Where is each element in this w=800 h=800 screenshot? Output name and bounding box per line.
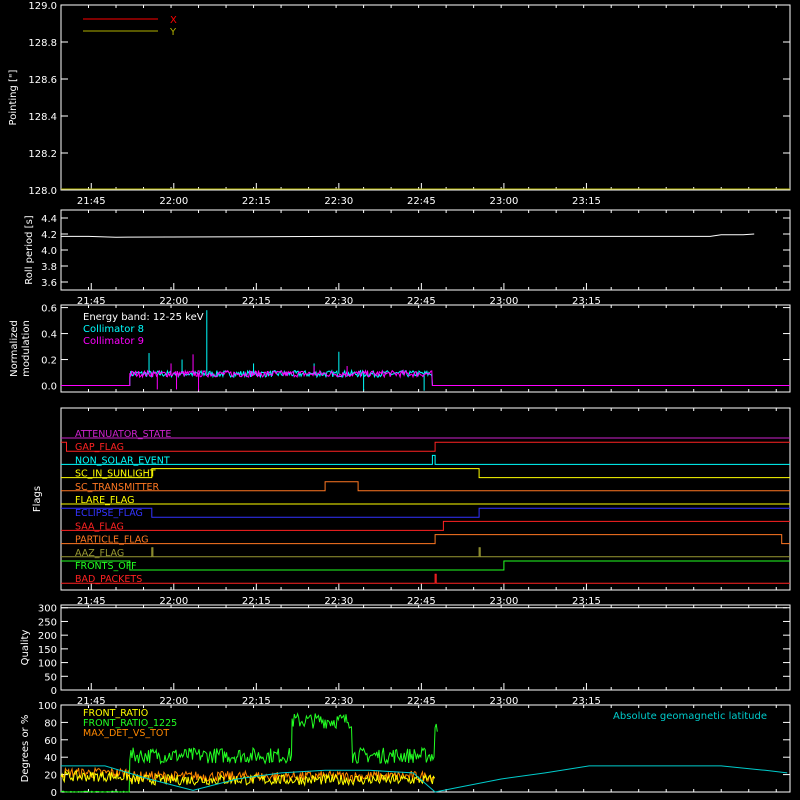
y-tick-label: 250 xyxy=(38,617,57,628)
flag-line xyxy=(61,534,790,545)
y-tick-label: 3.6 xyxy=(41,278,57,289)
y-tick-label: 0.0 xyxy=(41,382,57,393)
y-axis-label: modulation xyxy=(21,320,32,377)
y-tick-label: 128.2 xyxy=(28,149,57,160)
flag-line xyxy=(61,454,790,465)
y-tick-label: 0 xyxy=(51,686,57,697)
y-tick-label: 300 xyxy=(38,604,57,615)
flag-line xyxy=(61,481,790,492)
legend-label: Absolute geomagnetic latitude xyxy=(613,711,767,722)
panel-frame xyxy=(60,209,791,291)
panel-ratios: 020406080100Degrees or %FRONT_RATIOFRONT… xyxy=(20,701,791,799)
series-collimator-9 xyxy=(61,369,790,386)
y-axis-label: Flags xyxy=(32,486,43,512)
flag-label: PARTICLE_FLAG xyxy=(75,535,148,546)
y-tick-label: 0.6 xyxy=(41,304,57,315)
flag-label: AAZ_FLAG xyxy=(75,548,124,559)
y-tick-label: 100 xyxy=(38,701,57,712)
y-tick-label: 60 xyxy=(44,736,57,747)
flag-line xyxy=(61,468,790,479)
panel-roll-period: 3.63.84.04.24.4Roll period [s]21:45 22:00… xyxy=(24,209,791,307)
y-tick-label: 4.0 xyxy=(41,246,57,257)
chart-canvas: 128.0 128.2 128.4 128.6 128.8 129.0 Pointing [… xyxy=(8,1,791,799)
y-tick-label: 0 xyxy=(51,788,57,799)
legend-label: Collimator 8 xyxy=(83,324,144,335)
y-axis-label: Roll period [s] xyxy=(24,215,35,284)
legend-label: X xyxy=(170,15,177,26)
flag-label: ATTENUATOR_STATE xyxy=(75,429,171,440)
flag-line xyxy=(61,560,790,571)
y-tick-label: 129.0 xyxy=(28,1,57,12)
y-axis-label: Quality xyxy=(20,630,31,666)
y-tick-label: 4.4 xyxy=(41,214,57,225)
panel-frame xyxy=(60,604,791,691)
legend-label: Y xyxy=(169,27,177,38)
x-tick-label: 23:00 xyxy=(489,196,518,207)
flag-label: FRONTS_OFF xyxy=(75,561,137,572)
y-tick-label: 100 xyxy=(38,659,57,670)
flag-line xyxy=(61,507,790,518)
y-tick-label: 128.8 xyxy=(28,38,57,49)
y-tick-label: 200 xyxy=(38,631,57,642)
flag-label: SAA_FLAG xyxy=(75,521,124,532)
energy-band-annotation: Energy band: 12-25 keV xyxy=(83,312,204,323)
panel-pointing: 128.0 128.2 128.4 128.6 128.8 129.0 Pointing [… xyxy=(8,1,791,207)
flag-label: NON_SOLAR_EVENT xyxy=(75,455,170,466)
y-tick-label: 128.4 xyxy=(28,112,57,123)
x-tick-label: 21:45 xyxy=(77,196,106,207)
y-tick-label: 128.6 xyxy=(28,75,57,86)
y-tick-label: 50 xyxy=(44,672,57,683)
flag-line xyxy=(61,441,790,452)
legend-label: MAX_DET_VS_TOT xyxy=(83,728,169,739)
x-tick-label: 22:30 xyxy=(324,196,353,207)
y-tick-label: 0.4 xyxy=(41,330,57,341)
y-tick-label: 4.2 xyxy=(41,230,57,241)
y-tick-label: 0.2 xyxy=(41,356,57,367)
y-axis-label: Pointing ["] xyxy=(8,69,19,125)
y-tick-label: 40 xyxy=(44,753,57,764)
flag-line xyxy=(61,573,790,584)
y-axis-label: Degrees or % xyxy=(20,715,31,783)
y-tick-label: 20 xyxy=(44,771,57,782)
panel-modulation: 0.0 0.2 0.4 0.6 Normalized modulation Energy b… xyxy=(9,304,791,393)
flag-label: BAD_PACKETS xyxy=(75,574,142,585)
x-tick-label: 22:15 xyxy=(242,196,271,207)
panel-quality: 050100150200250300Quality21:45 22:00 22:15… xyxy=(20,604,791,707)
flag-label: SC_TRANSMITTER xyxy=(75,482,160,493)
flag-line xyxy=(61,520,790,531)
y-tick-label: 3.8 xyxy=(41,262,57,273)
legend-label: Collimator 9 xyxy=(83,336,144,347)
x-tick-label: 22:45 xyxy=(407,196,436,207)
flag-label: ECLIPSE_FLAG xyxy=(75,508,143,519)
x-tick-label: 23:15 xyxy=(572,196,601,207)
y-axis-label: Normalized xyxy=(9,320,20,377)
panel-flags: Flags21:45 22:00 22:15 22:30 22:45 23:00 23:15… xyxy=(32,407,791,607)
y-tick-label: 80 xyxy=(44,718,57,729)
y-tick-label: 150 xyxy=(38,645,57,656)
flag-label: GAP_FLAG xyxy=(75,442,124,453)
y-tick-label: 128.0 xyxy=(28,186,57,197)
flag-line xyxy=(61,547,790,558)
flag-label: SC_IN_SUNLIGHT xyxy=(75,469,156,480)
series-roll-period xyxy=(61,233,755,238)
x-tick-label: 22:00 xyxy=(159,196,188,207)
flag-label: FLARE_FLAG xyxy=(75,495,135,506)
